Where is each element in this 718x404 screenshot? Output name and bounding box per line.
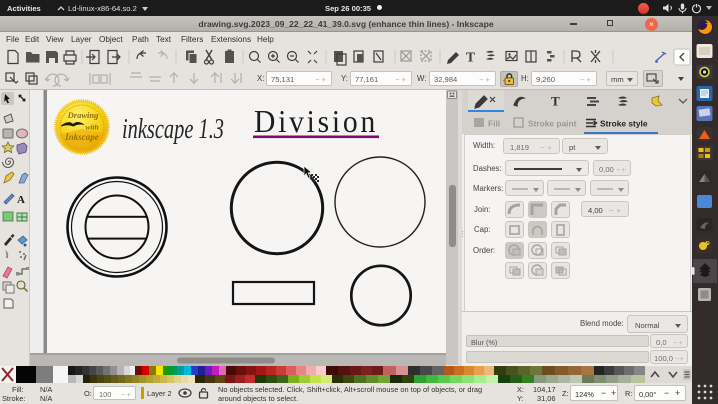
svg-text:A: A [17, 194, 25, 206]
svg-text:Stroke style: Stroke style [600, 119, 648, 129]
svg-text:T: T [551, 94, 560, 109]
svg-text:inkscape 1.3: inkscape 1.3 [122, 114, 224, 145]
svg-text:Stroke paint: Stroke paint [528, 119, 577, 129]
svg-text:Division: Division [254, 103, 378, 139]
svg-text:Drawing: Drawing [67, 110, 99, 120]
svg-text:with: with [85, 123, 98, 132]
svg-text:Inkscape: Inkscape [64, 132, 99, 142]
svg-text:Fill: Fill [488, 119, 500, 129]
svg-text:T: T [466, 50, 475, 65]
